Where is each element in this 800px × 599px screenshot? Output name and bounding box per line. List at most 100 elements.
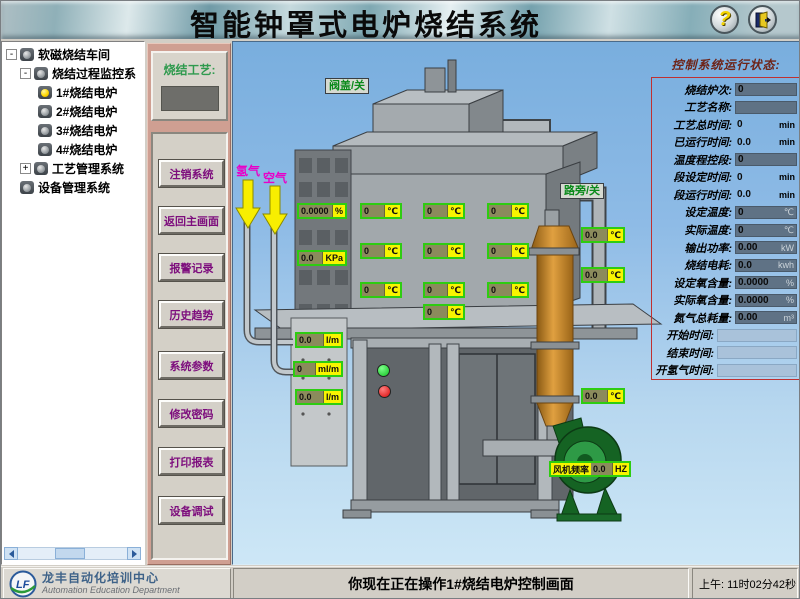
gauge-temp-right-1: 0.0 ℃ bbox=[581, 227, 625, 243]
bulb-icon bbox=[38, 143, 52, 156]
status-row-energy-consumed: 烧结电耗: 0.0kwh bbox=[652, 256, 797, 274]
alarm-record-button[interactable]: 报警记录 bbox=[159, 254, 224, 281]
gauge-temp-r1c1: 0 ℃ bbox=[360, 203, 402, 219]
status-row-set-temp: 设定温度: 0℃ bbox=[652, 204, 797, 222]
furnace-mimic-area: 氢气 空气 阀盖/关 路旁/关 0.0000 % 0.0 KPa 0 ℃ 0 ℃… bbox=[232, 41, 800, 565]
scroll-right-icon[interactable] bbox=[127, 547, 141, 560]
gauge-pressure-kpa: 0.0 KPa bbox=[297, 250, 347, 266]
lf-logo-icon: LF bbox=[8, 569, 38, 599]
bulb-icon bbox=[34, 67, 48, 80]
gauge-temp-r4c2: 0 ℃ bbox=[423, 304, 465, 320]
scroll-left-icon[interactable] bbox=[4, 547, 18, 560]
stop-indicator-red bbox=[378, 385, 391, 398]
tree-item-workshop[interactable]: - 软磁烧结车间 bbox=[4, 45, 144, 64]
navigation-tree-panel: - 软磁烧结车间 - 烧结过程监控系 1#烧结电炉 2#烧结电炉 3#烧结电炉 … bbox=[1, 41, 145, 565]
sinter-process-box: 烧结工艺: bbox=[151, 51, 228, 121]
gauge-temp-r1c2: 0 ℃ bbox=[423, 203, 465, 219]
status-row-output-power: 输出功率: 0.00kW bbox=[652, 239, 797, 257]
bypass-valve-label: 路旁/关 bbox=[560, 183, 604, 199]
history-trend-button[interactable]: 历史趋势 bbox=[159, 301, 224, 328]
process-preview-placeholder bbox=[161, 86, 219, 111]
air-label: 空气 bbox=[263, 169, 287, 186]
logo-cn-text: 龙丰自动化培训中心 bbox=[42, 572, 180, 584]
bulb-icon bbox=[20, 181, 34, 194]
scrollbar-thumb[interactable] bbox=[55, 548, 85, 559]
device-debug-button[interactable]: 设备调试 bbox=[159, 497, 224, 524]
tree-item-furnace-1[interactable]: 1#烧结电炉 bbox=[4, 83, 144, 102]
gauge-temp-r3c3: 0 ℃ bbox=[487, 282, 529, 298]
logo-en-text: Automation Education Department bbox=[42, 586, 180, 595]
gauge-temp-r2c3: 0 ℃ bbox=[487, 243, 529, 259]
scada-window: 智能钟罩式电炉烧结系统 ? - 软磁烧结车间 - 烧结过程监控系 1#烧结电 bbox=[0, 0, 800, 599]
question-mark-icon: ? bbox=[718, 8, 730, 31]
gauge-flow-3: 0.0 l/m bbox=[295, 389, 343, 405]
tree-item-furnace-3[interactable]: 3#烧结电炉 bbox=[4, 121, 144, 140]
svg-text:LF: LF bbox=[16, 579, 30, 591]
gauge-fan-frequency: 风机频率 0.0 HZ bbox=[549, 461, 631, 477]
tree-expander-icon[interactable]: - bbox=[6, 49, 17, 60]
valve-cover-label: 阀盖/关 bbox=[325, 78, 369, 94]
bulb-lit-icon bbox=[38, 86, 52, 99]
title-bar: 智能钟罩式电炉烧结系统 ? bbox=[1, 1, 800, 39]
status-row-process-total-time: 工艺总时间: 0min bbox=[652, 116, 797, 134]
control-system-status-panel: 控制系统运行状态: 烧结炉次: 0 工艺名称: 工艺总时间: 0min 已运行时… bbox=[651, 56, 800, 380]
bulb-icon bbox=[38, 124, 52, 137]
status-row-temp-segment: 温度程控段: 0 bbox=[652, 151, 797, 169]
logout-button[interactable]: 注销系统 bbox=[159, 160, 224, 187]
tree-item-furnace-2[interactable]: 2#烧结电炉 bbox=[4, 102, 144, 121]
status-row-segment-run-time: 段运行时间: 0.0min bbox=[652, 186, 797, 204]
status-row-segment-set-time: 段设定时间: 0min bbox=[652, 169, 797, 187]
gauge-temp-r2c2: 0 ℃ bbox=[423, 243, 465, 259]
current-operation-message: 你现在正在操作1#烧结电炉控制画面 bbox=[348, 574, 574, 594]
tree-item-furnace-4[interactable]: 4#烧结电炉 bbox=[4, 140, 144, 159]
status-row-hydrogen-on-time: 开氢气时间: bbox=[652, 362, 797, 380]
current-operation-message-box: 你现在正在操作1#烧结电炉控制画面 bbox=[233, 568, 689, 599]
exit-door-icon bbox=[754, 11, 772, 29]
status-panel-header: 控制系统运行状态: bbox=[651, 56, 800, 73]
gauge-oxygen-percent: 0.0000 % bbox=[297, 203, 347, 219]
print-report-button[interactable]: 打印报表 bbox=[159, 448, 224, 475]
help-button[interactable]: ? bbox=[710, 5, 739, 34]
status-row-actual-oxygen: 实际氧含量: 0.0000% bbox=[652, 291, 797, 309]
page-title: 智能钟罩式电炉烧结系统 bbox=[1, 2, 731, 44]
status-row-end-time: 结束时间: bbox=[652, 344, 797, 362]
bulb-icon bbox=[38, 105, 52, 118]
change-password-button[interactable]: 修改密码 bbox=[159, 400, 224, 427]
gauge-temp-right-3: 0.0 ℃ bbox=[581, 388, 625, 404]
gauge-flow-2: 0 ml/m bbox=[293, 361, 343, 377]
company-logo-area: LF 龙丰自动化培训中心 Automation Education Depart… bbox=[3, 568, 231, 599]
bulb-icon bbox=[34, 162, 48, 175]
clock-box: 上午: 11时02分42秒 bbox=[692, 568, 798, 599]
tree-expander-icon[interactable]: - bbox=[20, 68, 31, 79]
tree-expander-icon[interactable]: + bbox=[20, 163, 31, 174]
gauge-temp-r2c1: 0 ℃ bbox=[360, 243, 402, 259]
status-row-nitrogen-total: 氮气总耗量: 0.00m³ bbox=[652, 309, 797, 327]
hydrogen-label: 氢气 bbox=[236, 162, 260, 179]
sidebar-button-panel: 注销系统 返回主画面 报警记录 历史趋势 系统参数 修改密码 打印报表 设备调试 bbox=[151, 132, 228, 560]
bulb-icon bbox=[20, 48, 34, 61]
status-row-set-oxygen: 设定氧含量: 0.0000% bbox=[652, 274, 797, 292]
gauge-temp-r3c1: 0 ℃ bbox=[360, 282, 402, 298]
scrollbar-track[interactable] bbox=[18, 547, 127, 560]
tree-horizontal-scrollbar[interactable] bbox=[4, 547, 141, 560]
gauge-temp-r1c3: 0 ℃ bbox=[487, 203, 529, 219]
status-row-start-time: 开始时间: bbox=[652, 326, 797, 344]
exit-button[interactable] bbox=[748, 5, 777, 34]
system-params-button[interactable]: 系统参数 bbox=[159, 352, 224, 379]
status-row-furnace-batch: 烧结炉次: 0 bbox=[652, 81, 797, 99]
sinter-process-label: 烧结工艺: bbox=[153, 61, 226, 78]
status-row-actual-temp: 实际温度: 0℃ bbox=[652, 221, 797, 239]
gauge-flow-1: 0.0 l/m bbox=[295, 332, 343, 348]
tree-item-process-monitor[interactable]: - 烧结过程监控系 bbox=[4, 64, 144, 83]
status-panel-box: 烧结炉次: 0 工艺名称: 工艺总时间: 0min 已运行时间: 0.0min … bbox=[651, 77, 800, 380]
gauge-temp-r3c2: 0 ℃ bbox=[423, 282, 465, 298]
status-row-elapsed-time: 已运行时间: 0.0min bbox=[652, 134, 797, 152]
status-row-process-name: 工艺名称: bbox=[652, 99, 797, 117]
clock-text: 上午: 11时02分42秒 bbox=[699, 576, 796, 592]
run-indicator-green bbox=[377, 364, 390, 377]
gauge-temp-right-2: 0.0 ℃ bbox=[581, 267, 625, 283]
tree-item-equipment-mgmt[interactable]: 设备管理系统 bbox=[4, 178, 144, 197]
status-bar: LF 龙丰自动化培训中心 Automation Education Depart… bbox=[1, 566, 800, 599]
return-main-button[interactable]: 返回主画面 bbox=[159, 207, 224, 234]
tree-item-process-mgmt[interactable]: + 工艺管理系统 bbox=[4, 159, 144, 178]
